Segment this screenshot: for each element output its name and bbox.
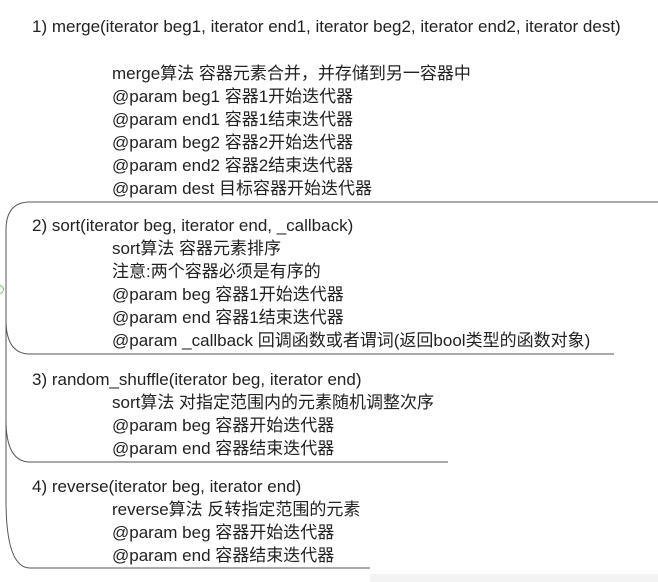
section-4-line-3: @param end 容器结束迭代器 [112,546,335,565]
mindmap-canvas: 1) merge(iterator beg1, iterator end1, i… [0,0,658,582]
section-1-line-6: @param dest 目标容器开始迭代器 [112,179,373,198]
section-3-line-2: @param beg 容器开始迭代器 [112,416,335,435]
footer-strip [370,574,658,582]
section-1-heading: 1) merge(iterator beg1, iterator end1, i… [32,17,621,36]
section-3-line-3: @param end 容器结束迭代器 [112,439,335,458]
section-2-line-4: @param end 容器1结束迭代器 [112,308,344,327]
section-1-line-5: @param end2 容器2结束迭代器 [112,156,354,175]
section-2-line-2: 注意:两个容器必须是有序的 [112,262,321,281]
section-1-line-1: merge算法 容器元素合并，并存储到另一容器中 [112,64,471,83]
section-1-line-2: @param beg1 容器1开始迭代器 [112,87,354,106]
section-2-line-5: @param _callback 回调函数或者谓词(返回bool类型的函数对象) [112,331,591,350]
section-1-line-4: @param beg2 容器2开始迭代器 [112,133,354,152]
section-4-line-1: reverse算法 反转指定范围的元素 [112,500,361,519]
section-3-line-1: sort算法 对指定范围内的元素随机调整次序 [112,393,435,412]
section-4-line-2: @param beg 容器开始迭代器 [112,523,335,542]
section-3-heading: 3) random_shuffle(iterator beg, iterator… [32,370,362,389]
section-2-line-3: @param beg 容器1开始迭代器 [112,285,344,304]
section-1-line-3: @param end1 容器1结束迭代器 [112,110,354,129]
section-2-heading: 2) sort(iterator beg, iterator end, _cal… [32,216,354,235]
section-2-line-1: sort算法 容器元素排序 [112,239,282,258]
section-4-heading: 4) reverse(iterator beg, iterator end) [32,477,302,496]
